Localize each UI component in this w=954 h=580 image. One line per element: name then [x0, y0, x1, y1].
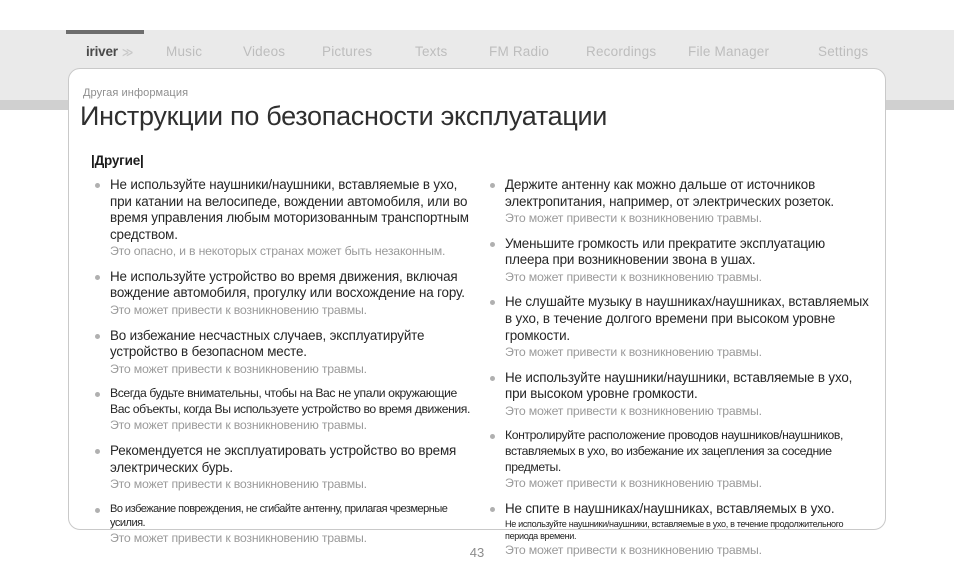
section-heading-bar-right: |: [140, 153, 144, 168]
list-item-sub: Это может привести к возникновению травм…: [110, 530, 367, 545]
list-item-sub: Это опасно, и в некоторых странах может …: [110, 244, 446, 259]
list-item-main: Уменьшите громкость или прекратите экспл…: [505, 235, 825, 268]
list-item-main: Во избежание несчастных случаев, эксплуа…: [110, 327, 425, 360]
nav-item-music[interactable]: Music: [166, 44, 202, 59]
list-item-sub: Это может привести к возникновению травм…: [505, 345, 762, 360]
right-column: Держите антенну как можно дальше от исто…: [478, 177, 887, 568]
section-heading-label: Другие: [94, 153, 141, 168]
page-number: 43: [469, 545, 485, 560]
list-item-sub: Это может привести к возникновению травм…: [110, 418, 367, 433]
bullet-icon: [95, 274, 100, 280]
nav-item-file-manager[interactable]: File Manager: [688, 44, 769, 59]
nav-item-list: iriver ≫ Music Videos Pictures Texts FM R…: [0, 33, 954, 69]
content-card: Другая информация Инструкции по безопасн…: [68, 68, 886, 557]
list-item: Не слушайте музыку в наушниках/наушниках…: [488, 294, 869, 360]
nav-item-iriver[interactable]: iriver ≫: [86, 43, 133, 59]
list-item-main: Не спите в наушниках/наушниках, вставляе…: [505, 500, 835, 516]
list-item-sub: Это может привести к возникновению травм…: [505, 403, 762, 418]
list-item: Не используйте наушники/наушники, вставл…: [488, 370, 869, 420]
list-item: Рекомендуется не эксплуатировать устройс…: [93, 443, 472, 493]
list-item: Не используйте устройство во время движе…: [93, 269, 472, 319]
section-heading: |Другие|: [91, 153, 144, 168]
chevron-right-icon: ≫: [121, 46, 133, 59]
list-item-main: Контролируйте расположение проводов науш…: [505, 428, 843, 474]
list-item-main: Всегда будьте внимательны, чтобы на Вас …: [110, 386, 470, 416]
list-item-sub: Это может привести к возникновению травм…: [110, 303, 367, 318]
list-item: Контролируйте расположение проводов науш…: [488, 428, 869, 491]
list-item-sub: Это может привести к возникновению травм…: [505, 269, 762, 284]
list-item-sub: Это может привести к возникновению травм…: [505, 211, 762, 226]
nav-brand-label: iriver: [86, 43, 118, 59]
bullet-icon: [490, 375, 495, 381]
bullet-icon: [490, 434, 495, 440]
nav-item-pictures[interactable]: Pictures: [322, 44, 372, 59]
bullet-icon: [95, 507, 100, 513]
nav-item-texts[interactable]: Texts: [415, 44, 448, 59]
nav-item-settings[interactable]: Settings: [818, 44, 868, 59]
list-item-main: Не используйте наушники/наушники, вставл…: [505, 369, 853, 402]
list-item: Всегда будьте внимательны, чтобы на Вас …: [93, 386, 472, 434]
bullet-icon: [490, 241, 495, 247]
list-item-sub: Это может привести к возникновению травм…: [110, 477, 367, 492]
page-title: Инструкции по безопасности эксплуатации: [80, 101, 608, 131]
list-item: Держите антенну как можно дальше от исто…: [488, 177, 869, 227]
bullet-icon: [95, 183, 100, 188]
list-item-main: Держите антенну как можно дальше от исто…: [505, 177, 834, 209]
list-item: Во избежание несчастных случаев, эксплуа…: [93, 328, 472, 378]
list-item-sub: Это может привести к возникновению травм…: [505, 476, 762, 491]
list-item-sub: Это может привести к возникновению травм…: [110, 361, 367, 376]
bullet-icon: [95, 392, 100, 398]
list-item: Не используйте наушники/наушники, вставл…: [93, 177, 472, 260]
list-item-main: Не используйте устройство во время движе…: [110, 268, 465, 301]
list-item-main: Не слушайте музыку в наушниках/наушниках…: [505, 294, 869, 343]
bullet-icon: [490, 183, 495, 188]
list-item-note: Не используйте наушники/наушники, вставл…: [505, 519, 844, 542]
list-item: Уменьшите громкость или прекратите экспл…: [488, 236, 869, 286]
nav-item-fm-radio[interactable]: FM Radio: [489, 44, 549, 59]
nav-item-videos[interactable]: Videos: [243, 44, 285, 59]
bullet-icon: [95, 448, 100, 454]
left-column: Не используйте наушники/наушники, вставл…: [69, 177, 478, 568]
list-item-main: Рекомендуется не эксплуатировать устройс…: [110, 442, 457, 475]
safety-instructions-columns: Не используйте наушники/наушники, вставл…: [69, 177, 887, 568]
bullet-icon: [490, 506, 495, 512]
bullet-icon: [95, 333, 100, 339]
nav-item-recordings[interactable]: Recordings: [586, 44, 656, 59]
bullet-icon: [490, 300, 495, 306]
manual-page: iriver ≫ Music Videos Pictures Texts FM R…: [0, 0, 954, 580]
list-item: Во избежание повреждения, не сгибайте ан…: [93, 502, 472, 547]
list-item-main: Не используйте наушники/наушники, вставл…: [110, 177, 469, 242]
list-item-main: Во избежание повреждения, не сгибайте ан…: [110, 502, 448, 529]
breadcrumb: Другая информация: [83, 87, 189, 99]
